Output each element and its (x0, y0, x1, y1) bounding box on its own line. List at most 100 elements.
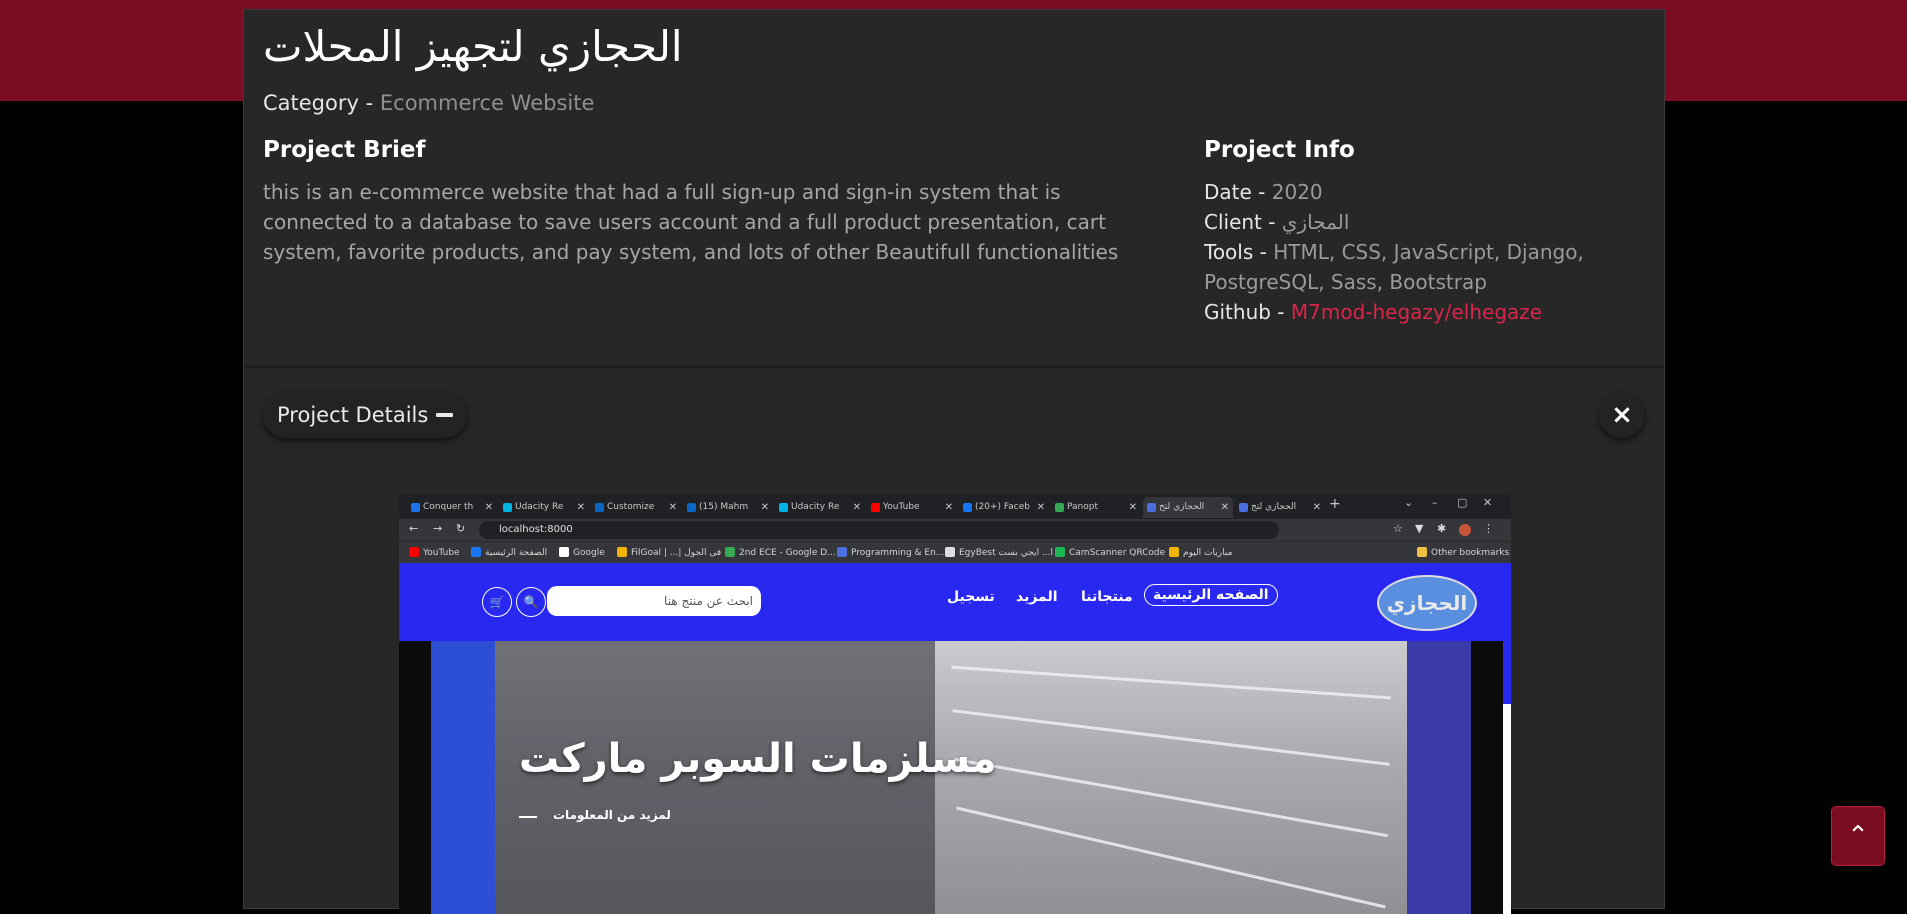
tab-close-icon[interactable]: ✕ (1313, 497, 1321, 518)
browser-tab[interactable]: Panopt ✕ (1051, 497, 1141, 518)
bookmark-label: Other bookmarks (1431, 548, 1510, 558)
bookmark-item[interactable]: Programming & En... (837, 547, 944, 558)
close-icon[interactable]: ✕ (1483, 496, 1492, 509)
tab-close-icon[interactable]: ✕ (1221, 497, 1229, 518)
hero-link-dash (519, 816, 537, 818)
browser-tab[interactable]: الحجازي لتح ✕ (1143, 497, 1233, 518)
github-link[interactable]: M7mod-hegazy/elhegaze (1291, 300, 1542, 324)
bookmark-item[interactable]: YouTube (409, 547, 460, 558)
favicon-icon (1239, 503, 1248, 512)
browser-tab[interactable]: (20+) Faceb ✕ (959, 497, 1049, 518)
browser-tab[interactable]: الحجازي لتج ✕ (1235, 497, 1325, 518)
bookmark-item[interactable]: EgyBest ا... ايجي بست (945, 547, 1053, 558)
site-navbar: الحجازي الصفحه الرئيسية منتجاتنا المزيد … (399, 563, 1503, 641)
browser-tab[interactable]: (15) Mahm ✕ (683, 497, 773, 518)
hero-title: مسلزمات السوبر ماركت (519, 736, 997, 782)
tab-label: Conquer th (423, 502, 474, 512)
forward-arrow-icon[interactable]: → (433, 522, 442, 535)
browser-tab[interactable]: Udacity Re ✕ (499, 497, 589, 518)
back-arrow-icon[interactable]: ← (409, 522, 418, 535)
reload-icon[interactable]: ↻ (456, 522, 465, 535)
chevron-down-icon[interactable]: ⌄ (1404, 496, 1413, 509)
menu-more[interactable]: المزيد (1016, 589, 1058, 605)
bookmark-favicon-icon (409, 547, 419, 557)
bookmark-favicon-icon (559, 547, 569, 557)
kebab-menu-icon[interactable]: ⋮ (1483, 522, 1494, 535)
puzzle-icon[interactable]: ✱ (1437, 522, 1446, 535)
star-icon[interactable]: ☆ (1393, 522, 1403, 535)
date-label: Date - (1204, 180, 1266, 204)
extension-icon[interactable]: ▼ (1415, 522, 1423, 535)
bookmark-favicon-icon (1169, 547, 1179, 557)
favicon-icon (503, 503, 512, 512)
scrollbar-thumb[interactable] (1503, 704, 1511, 914)
menu-products[interactable]: منتجاتنا (1081, 589, 1133, 605)
details-button-label: Project Details (277, 403, 429, 427)
address-bar: ← → ↻ localhost:8000 ☆ ▼ ✱ ⋮ (399, 519, 1511, 541)
browser-tab[interactable]: Udacity Re ✕ (775, 497, 865, 518)
bookmark-label: Programming & En... (851, 548, 945, 558)
browser-tab[interactable]: Conquer th ✕ (407, 497, 497, 518)
tab-close-icon[interactable]: ✕ (761, 497, 769, 518)
bookmark-item[interactable]: CamScanner QRCode (1055, 547, 1165, 558)
bookmark-item[interactable]: 2nd ECE - Google D... (725, 547, 836, 558)
bookmark-favicon-icon (617, 547, 627, 557)
bookmark-other[interactable]: Other bookmarks (1417, 547, 1509, 558)
favicon-icon (871, 503, 880, 512)
category-label: Category - (263, 91, 374, 115)
bookmark-label: Google (573, 548, 605, 558)
folder-icon (1417, 547, 1427, 557)
tab-close-icon[interactable]: ✕ (945, 497, 953, 518)
tab-label: Panopt (1067, 502, 1098, 512)
browser-tab[interactable]: YouTube ✕ (867, 497, 957, 518)
bookmark-favicon-icon (471, 547, 481, 557)
tab-close-icon[interactable]: ✕ (669, 497, 677, 518)
tab-close-icon[interactable]: ✕ (853, 497, 861, 518)
category-value: Ecommerce Website (379, 91, 595, 115)
tab-label: الحجازي لتح (1159, 502, 1205, 512)
tab-label: YouTube (883, 502, 920, 512)
date-value: 2020 (1271, 180, 1323, 204)
bookmark-item[interactable]: مباريات اليوم (1169, 547, 1232, 558)
project-details-button[interactable]: Project Details (263, 392, 468, 438)
shelf-line (951, 665, 1391, 700)
tab-close-icon[interactable]: ✕ (485, 497, 493, 518)
bookmark-item[interactable]: FilGoal | ...| فى الجول (617, 547, 721, 558)
github-label: Github - (1204, 300, 1285, 324)
close-button[interactable]: × (1599, 392, 1645, 438)
info-tools: Tools - HTML, CSS, JavaScript, Django, P… (1204, 237, 1644, 297)
tab-close-icon[interactable]: ✕ (1037, 497, 1045, 518)
maximize-icon[interactable]: ▢ (1457, 496, 1467, 509)
tab-close-icon[interactable]: ✕ (577, 497, 585, 518)
tab-label: (15) Mahm (699, 502, 749, 512)
project-info: Date - 2020 Client - المجازي Tools - HTM… (1204, 177, 1644, 327)
favicon-icon (411, 503, 420, 512)
tab-close-icon[interactable]: ✕ (1129, 497, 1137, 518)
info-github: Github - M7mod-hegazy/elhegaze (1204, 297, 1644, 327)
new-tab-button[interactable]: + (1329, 496, 1341, 512)
favicon-icon (595, 503, 604, 512)
hero-more-info-link[interactable]: لمزيد من المعلومات (553, 808, 671, 822)
shelf-line (952, 709, 1390, 766)
site-search-input[interactable]: ابحث عن منتج هنا (547, 586, 761, 616)
menu-home[interactable]: الصفحه الرئيسية (1144, 584, 1278, 606)
project-category: Category - Ecommerce Website (263, 91, 594, 115)
cart-icon[interactable]: 🛒 (482, 587, 512, 617)
url-input[interactable]: localhost:8000 (479, 521, 1279, 539)
profile-avatar-icon[interactable] (1459, 524, 1471, 536)
minimize-icon[interactable]: – (1432, 496, 1438, 509)
bookmark-favicon-icon (837, 547, 847, 557)
bookmark-item[interactable]: الصفحة الرئيسية (471, 547, 547, 558)
scroll-to-top-button[interactable]: ⌃ (1831, 806, 1885, 866)
search-icon[interactable]: 🔍 (516, 587, 546, 617)
hero-left-edge (431, 641, 495, 914)
browser-tab[interactable]: Customize ✕ (591, 497, 681, 518)
client-label: Client - (1204, 210, 1276, 234)
bookmark-item[interactable]: Google (559, 547, 605, 558)
tab-label: الحجازي لتج (1251, 502, 1297, 512)
menu-register[interactable]: تسجيل (947, 589, 995, 605)
favicon-icon (1055, 503, 1064, 512)
bookmark-label: مباريات اليوم (1183, 548, 1233, 558)
favicon-icon (687, 503, 696, 512)
site-logo[interactable]: الحجازي (1377, 575, 1477, 631)
